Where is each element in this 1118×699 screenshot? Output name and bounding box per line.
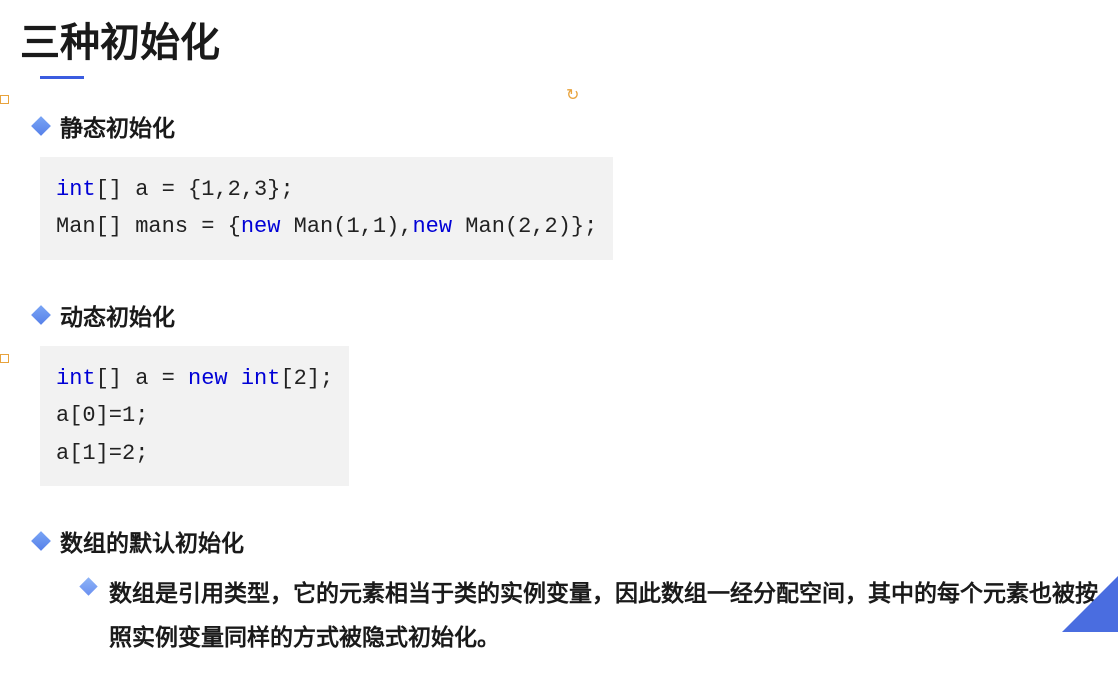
section-title: 动态初始化 xyxy=(60,298,175,332)
code-keyword: new xyxy=(412,214,452,239)
code-line: Man[] mans = {new Man(1,1),new Man(2,2)}… xyxy=(56,208,597,245)
code-keyword: int xyxy=(241,366,281,391)
code-line: a[1]=2; xyxy=(56,435,333,472)
section-header: 静态初始化 xyxy=(34,109,1098,143)
diamond-bullet-icon xyxy=(31,116,51,136)
corner-decoration xyxy=(1062,576,1118,632)
code-keyword: new xyxy=(241,214,281,239)
code-line: int[] a = {1,2,3}; xyxy=(56,171,597,208)
selection-handle-left-top[interactable] xyxy=(0,95,9,104)
slide-title: 三种初始化 xyxy=(20,10,1098,68)
section-static-init: 静态初始化 int[] a = {1,2,3}; Man[] mans = {n… xyxy=(34,109,1098,278)
diamond-bullet-icon xyxy=(79,577,97,595)
code-keyword: int xyxy=(56,366,96,391)
code-line: a[0]=1; xyxy=(56,397,333,434)
code-keyword: new xyxy=(188,366,228,391)
section-header: 动态初始化 xyxy=(34,298,1098,332)
section-default-init: 数组的默认初始化 数组是引用类型，它的元素相当于类的实例变量，因此数组一经分配空… xyxy=(34,524,1098,659)
sub-bullet-text: 数组是引用类型，它的元素相当于类的实例变量，因此数组一经分配空间，其中的每个元素… xyxy=(109,572,1098,659)
diamond-bullet-icon xyxy=(31,531,51,551)
section-header: 数组的默认初始化 xyxy=(34,524,1098,558)
selection-handle-left-mid[interactable] xyxy=(0,354,9,363)
code-keyword: int xyxy=(56,177,96,202)
slide-content: 三种初始化 ↻ 静态初始化 int[] a = {1,2,3}; Man[] m… xyxy=(0,0,1118,699)
rotate-handle-icon[interactable]: ↻ xyxy=(566,85,579,105)
code-block-dynamic: int[] a = new int[2]; a[0]=1; a[1]=2; xyxy=(40,346,349,486)
section-title: 静态初始化 xyxy=(60,109,175,143)
code-block-static: int[] a = {1,2,3}; Man[] mans = {new Man… xyxy=(40,157,613,260)
diamond-bullet-icon xyxy=(31,305,51,325)
code-line: int[] a = new int[2]; xyxy=(56,360,333,397)
sub-bullet-item: 数组是引用类型，它的元素相当于类的实例变量，因此数组一经分配空间，其中的每个元素… xyxy=(82,572,1098,659)
section-dynamic-init: 动态初始化 int[] a = new int[2]; a[0]=1; a[1]… xyxy=(34,298,1098,504)
title-underline xyxy=(40,76,84,79)
section-title: 数组的默认初始化 xyxy=(60,524,244,558)
